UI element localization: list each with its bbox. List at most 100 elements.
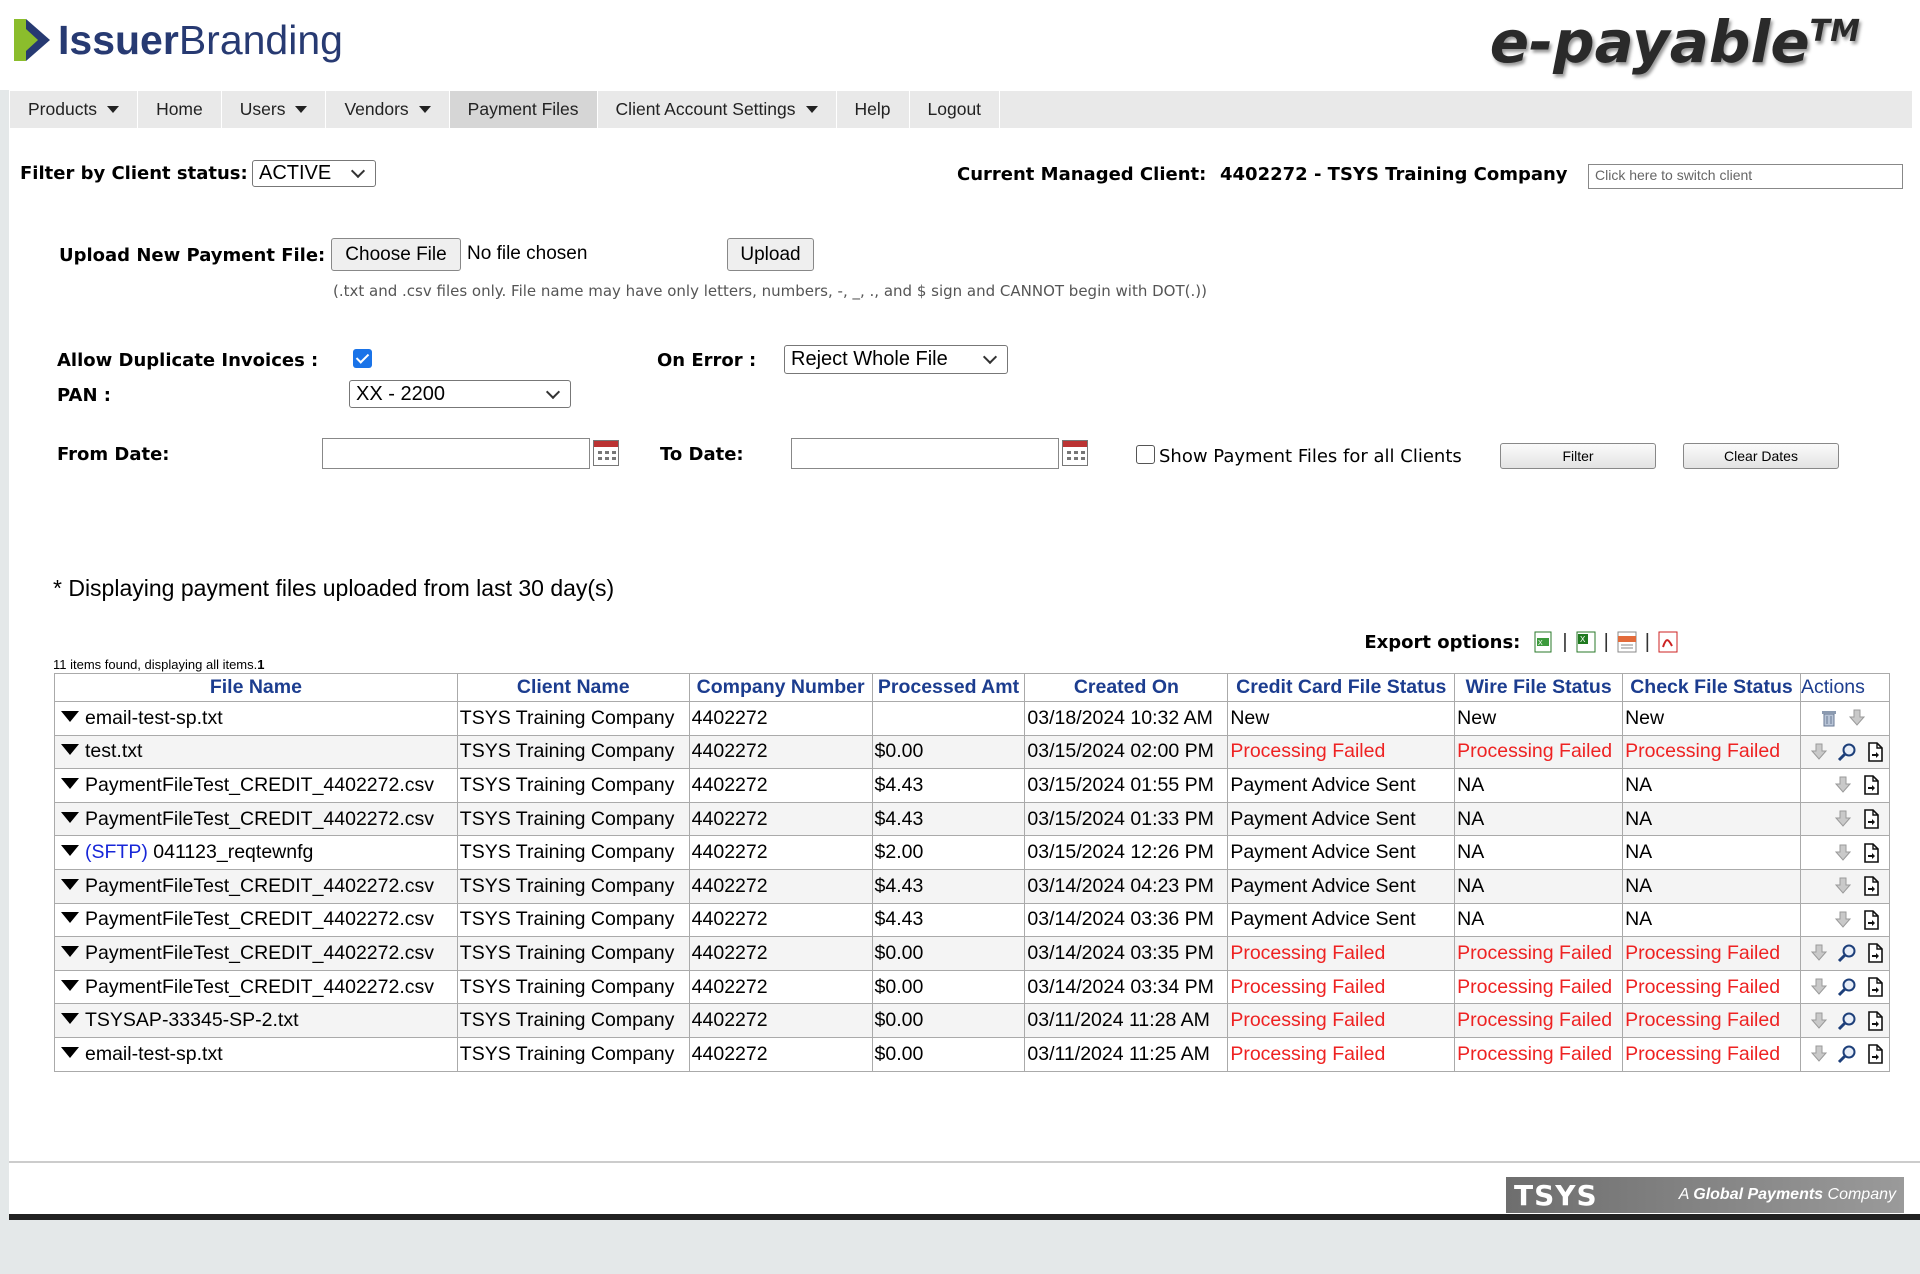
table-row[interactable]: PaymentFileTest_CREDIT_4402272.csv TSYS T… [54, 969, 1891, 1005]
document-icon[interactable] [1865, 742, 1885, 762]
expand-row-icon[interactable] [61, 979, 79, 991]
row-actions [1803, 1010, 1887, 1031]
magnifier-icon[interactable] [1837, 742, 1857, 762]
table-row[interactable]: email-test-sp.txt TSYS Training Company 44… [54, 1036, 1891, 1072]
row-actions [1803, 943, 1887, 964]
download-icon[interactable] [1809, 1044, 1829, 1064]
expand-row-icon[interactable] [61, 845, 79, 857]
download-icon[interactable] [1833, 775, 1853, 795]
column-header[interactable]: Created On [1024, 673, 1229, 702]
nav-item-client-account-settings[interactable]: Client Account Settings [598, 91, 837, 128]
magnifier-icon[interactable] [1837, 1011, 1857, 1031]
column-header[interactable]: Check File Status [1622, 673, 1801, 702]
switch-client-input[interactable]: Click here to switch client [1588, 164, 1903, 189]
allow-duplicate-checkbox[interactable] [353, 349, 372, 368]
download-icon[interactable] [1833, 843, 1853, 863]
document-icon[interactable] [1865, 1044, 1885, 1065]
actions-cell [1799, 1003, 1891, 1038]
clear-dates-button[interactable]: Clear Dates [1683, 443, 1839, 469]
export-excel-icon[interactable]: X [1574, 630, 1598, 654]
document-icon[interactable] [1861, 876, 1881, 897]
magnifier-icon[interactable] [1837, 943, 1857, 963]
expand-row-icon[interactable] [61, 1013, 79, 1025]
column-header[interactable]: Client Name [456, 673, 690, 702]
calendar-icon[interactable] [593, 440, 619, 466]
credit-card-status-cell: New [1227, 701, 1456, 736]
on-error-select[interactable]: Reject Whole File [784, 345, 1008, 374]
export-xml-icon[interactable] [1615, 630, 1639, 654]
choose-file-button[interactable]: Choose File [331, 238, 461, 271]
nav-item-users[interactable]: Users [222, 91, 327, 128]
column-header[interactable]: Company Number [688, 673, 873, 702]
nav-item-products[interactable]: Products [10, 91, 139, 128]
export-csv-icon[interactable]: X [1532, 630, 1556, 654]
credit-card-status-cell: Payment Advice Sent [1227, 902, 1456, 938]
table-row[interactable]: PaymentFileTest_CREDIT_4402272.csv TSYS T… [54, 868, 1891, 904]
actions-cell [1799, 969, 1891, 1005]
trash-icon[interactable] [1819, 708, 1839, 728]
column-header[interactable]: Actions [1799, 673, 1891, 702]
download-icon[interactable] [1809, 1011, 1829, 1031]
download-icon[interactable] [1809, 943, 1829, 963]
table-row[interactable]: TSYSAP-33345-SP-2.txt TSYS Training Compa… [54, 1003, 1891, 1038]
download-icon[interactable] [1809, 977, 1829, 997]
nav-item-logout[interactable]: Logout [910, 91, 1001, 128]
table-row[interactable]: email-test-sp.txt TSYS Training Company 44… [54, 701, 1891, 736]
document-icon[interactable] [1865, 943, 1885, 964]
document-icon[interactable] [1861, 910, 1881, 930]
client-status-select[interactable]: ACTIVE [252, 160, 376, 187]
file-name-cell: PaymentFileTest_CREDIT_4402272.csv [54, 801, 458, 837]
nav-item-payment-files[interactable]: Payment Files [449, 91, 598, 128]
download-icon[interactable] [1833, 910, 1853, 930]
column-header[interactable]: File Name [54, 673, 458, 702]
show-all-clients-checkbox[interactable] [1136, 445, 1155, 464]
document-icon[interactable] [1865, 977, 1885, 997]
table-row[interactable]: test.txt TSYS Training Company 4402272 $0.0… [54, 734, 1891, 770]
created-on-cell: 03/14/2024 04:23 PM [1024, 868, 1229, 904]
document-icon[interactable] [1861, 809, 1881, 829]
column-header[interactable]: Wire File Status [1454, 673, 1624, 702]
nav-item-vendors[interactable]: Vendors [326, 91, 450, 128]
table-row[interactable]: PaymentFileTest_CREDIT_4402272.csv TSYS T… [54, 902, 1891, 938]
download-icon[interactable] [1847, 708, 1867, 728]
credit-card-status-cell: Payment Advice Sent [1227, 801, 1456, 837]
global-payments-tagline: A Global Payments Company [1679, 1186, 1896, 1204]
from-date-label: From Date: [57, 444, 170, 465]
expand-row-icon[interactable] [61, 878, 79, 890]
from-date-input[interactable] [322, 438, 590, 469]
download-icon[interactable] [1809, 742, 1829, 762]
table-row[interactable]: PaymentFileTest_CREDIT_4402272.csv TSYS T… [54, 801, 1891, 837]
footer-bar [9, 1214, 1920, 1220]
filter-button[interactable]: Filter [1500, 443, 1656, 469]
expand-row-icon[interactable] [61, 710, 79, 722]
column-header[interactable]: Processed Amt [871, 673, 1026, 702]
nav-item-help[interactable]: Help [837, 91, 910, 128]
expand-row-icon[interactable] [61, 945, 79, 957]
calendar-icon[interactable] [1062, 440, 1088, 466]
download-icon[interactable] [1833, 876, 1853, 896]
document-icon[interactable] [1861, 775, 1881, 796]
table-row[interactable]: (SFTP) 041123_reqtewnfg TSYS Training Com… [54, 835, 1891, 870]
to-date-input[interactable] [791, 438, 1059, 469]
expand-row-icon[interactable] [61, 1046, 79, 1058]
processed-amount-cell: $4.43 [871, 768, 1026, 803]
magnifier-icon[interactable] [1837, 1044, 1857, 1064]
nav-item-home[interactable]: Home [138, 91, 222, 128]
document-icon[interactable] [1861, 842, 1881, 863]
table-row[interactable]: PaymentFileTest_CREDIT_4402272.csv TSYS T… [54, 936, 1891, 971]
items-count-page[interactable]: 1 [257, 657, 264, 672]
column-header[interactable]: Credit Card File Status [1227, 673, 1456, 702]
file-name: PaymentFileTest_CREDIT_4402272.csv [85, 975, 434, 998]
table-row[interactable]: PaymentFileTest_CREDIT_4402272.csv TSYS T… [54, 768, 1891, 803]
expand-row-icon[interactable] [61, 811, 79, 823]
document-icon[interactable] [1865, 1010, 1885, 1031]
export-options: Export options: X | X | | [1364, 630, 1680, 654]
download-icon[interactable] [1833, 809, 1853, 829]
upload-button[interactable]: Upload [727, 238, 814, 271]
expand-row-icon[interactable] [61, 912, 79, 924]
pan-select[interactable]: XX - 2200 [349, 380, 571, 408]
expand-row-icon[interactable] [61, 744, 79, 756]
expand-row-icon[interactable] [61, 777, 79, 789]
magnifier-icon[interactable] [1837, 977, 1857, 997]
export-pdf-icon[interactable] [1656, 630, 1680, 654]
